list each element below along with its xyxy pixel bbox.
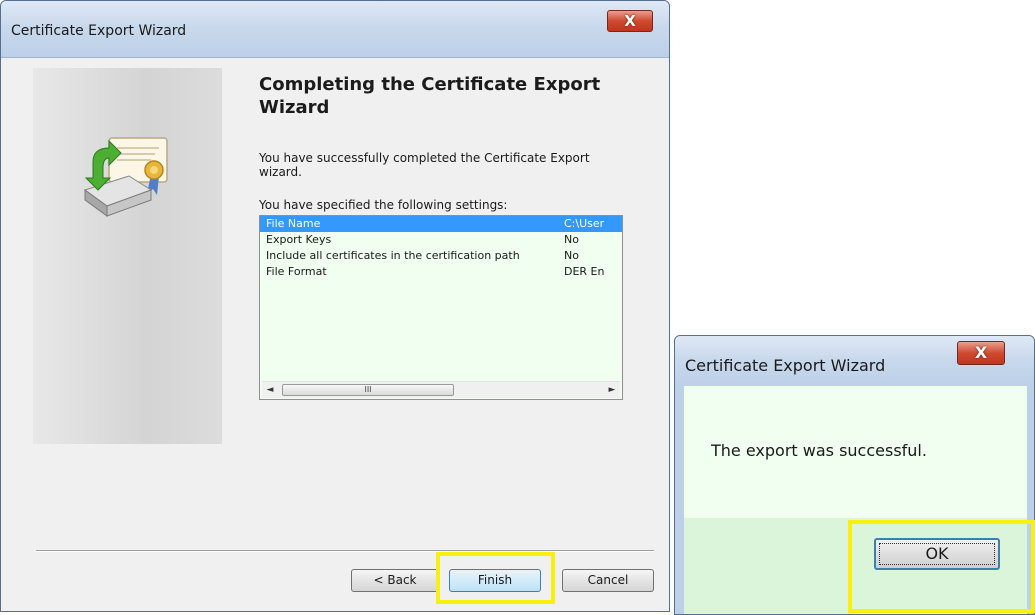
certificate-export-icon <box>83 137 168 217</box>
setting-value: No <box>564 233 579 246</box>
completion-message: You have successfully completed the Cert… <box>259 151 590 179</box>
wizard-side-panel <box>33 68 222 444</box>
setting-name: Include all certificates in the certific… <box>266 249 520 262</box>
setting-name: File Name <box>266 217 321 230</box>
setting-name: Export Keys <box>266 233 332 246</box>
scroll-left-arrow-icon[interactable]: ◄ <box>262 382 278 398</box>
settings-label: You have specified the following setting… <box>259 198 508 212</box>
ok-button[interactable]: OK <box>874 538 1000 570</box>
wizard-heading: Completing the Certificate Export Wizard <box>259 74 601 118</box>
dialog-close-button[interactable]: X <box>957 341 1005 365</box>
wizard-titlebar[interactable]: Certificate Export Wizard X <box>1 1 669 58</box>
wizard-title: Certificate Export Wizard <box>11 23 187 39</box>
scroll-thumb[interactable]: III <box>282 384 454 396</box>
finish-button[interactable]: Finish <box>449 569 541 592</box>
settings-horizontal-scrollbar[interactable]: ◄ III ► <box>262 381 620 398</box>
cancel-button[interactable]: Cancel <box>562 569 654 592</box>
export-success-dialog: Certificate Export Wizard X The export w… <box>674 335 1035 615</box>
dialog-body: The export was successful. <box>684 386 1027 614</box>
settings-list[interactable]: File Name C:\User Export Keys No Include… <box>259 215 623 400</box>
settings-row-export-keys[interactable]: Export Keys No <box>260 232 622 248</box>
success-message: The export was successful. <box>711 441 927 460</box>
wizard-close-button[interactable]: X <box>607 10 653 32</box>
setting-value: DER En <box>564 265 605 278</box>
setting-name: File Format <box>266 265 327 278</box>
setting-value: C:\User <box>564 217 605 230</box>
footer-separator <box>36 550 654 552</box>
wizard-client-area: Completing the Certificate Export Wizard… <box>9 58 661 603</box>
settings-row-file-name[interactable]: File Name C:\User <box>260 216 622 232</box>
focus-rectangle <box>879 543 995 565</box>
back-button[interactable]: < Back <box>351 569 439 592</box>
setting-value: No <box>564 249 579 262</box>
settings-row-file-format[interactable]: File Format DER En <box>260 264 622 280</box>
scroll-right-arrow-icon[interactable]: ► <box>604 382 620 398</box>
settings-row-include-certificates[interactable]: Include all certificates in the certific… <box>260 248 622 264</box>
dialog-title: Certificate Export Wizard <box>685 356 886 375</box>
dialog-titlebar[interactable]: Certificate Export Wizard X <box>675 336 1034 386</box>
certificate-export-wizard-window: Certificate Export Wizard X Completing t… <box>0 0 670 612</box>
